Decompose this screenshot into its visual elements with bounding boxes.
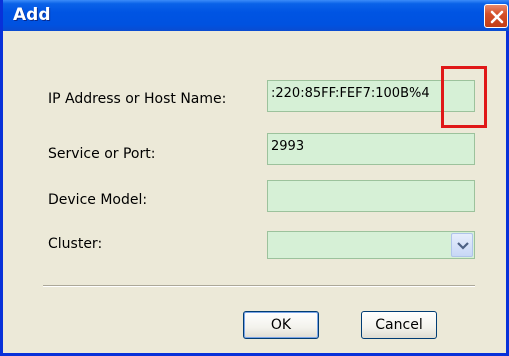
cancel-button[interactable]: Cancel (361, 311, 437, 339)
cluster-label: Cluster: (48, 236, 103, 252)
title-bar[interactable]: Add (3, 0, 509, 31)
close-button[interactable] (484, 4, 508, 28)
service-port-field[interactable]: 2993 (267, 133, 475, 165)
ip-address-label: IP Address or Host Name: (48, 91, 227, 107)
add-dialog: Add IP Address or Host Name: :220:85FF:F… (0, 0, 509, 356)
close-icon (490, 10, 504, 24)
cluster-dropdown-button[interactable] (451, 233, 473, 257)
device-model-label: Device Model: (48, 192, 148, 208)
window-title: Add (13, 5, 51, 25)
red-highlight-box (441, 66, 487, 128)
ok-button[interactable]: OK (243, 311, 319, 339)
chevron-down-icon (457, 242, 469, 250)
cluster-dropdown[interactable] (267, 231, 475, 259)
service-port-label: Service or Port: (48, 146, 156, 162)
device-model-field[interactable] (267, 180, 475, 212)
separator (43, 285, 475, 287)
